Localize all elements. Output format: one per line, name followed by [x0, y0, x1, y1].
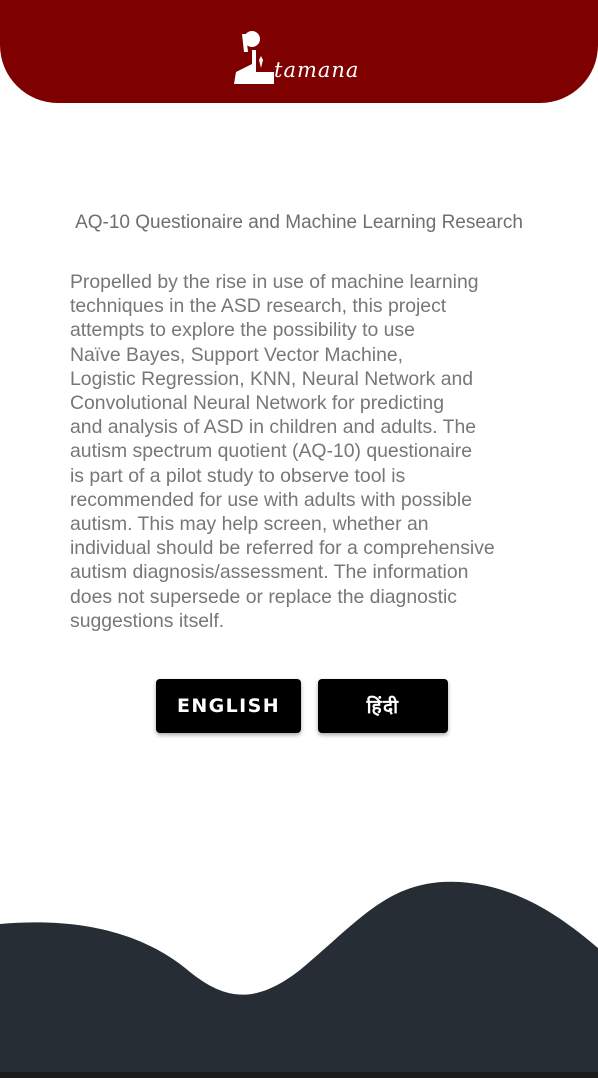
- app-header: tamana: [0, 0, 598, 103]
- person-at-desk-icon: [234, 31, 274, 84]
- page-title: AQ-10 Questionaire and Machine Learning …: [75, 212, 523, 233]
- bottom-system-bar: [0, 1072, 598, 1078]
- english-button[interactable]: ENGLISH: [156, 679, 301, 733]
- research-description: Propelled by the rise in use of machine …: [70, 271, 495, 632]
- footer-wave: [0, 881, 598, 1078]
- app-logo: tamana: [230, 28, 370, 88]
- hindi-button[interactable]: हिंदी: [318, 679, 448, 733]
- logo-text: tamana: [274, 58, 360, 82]
